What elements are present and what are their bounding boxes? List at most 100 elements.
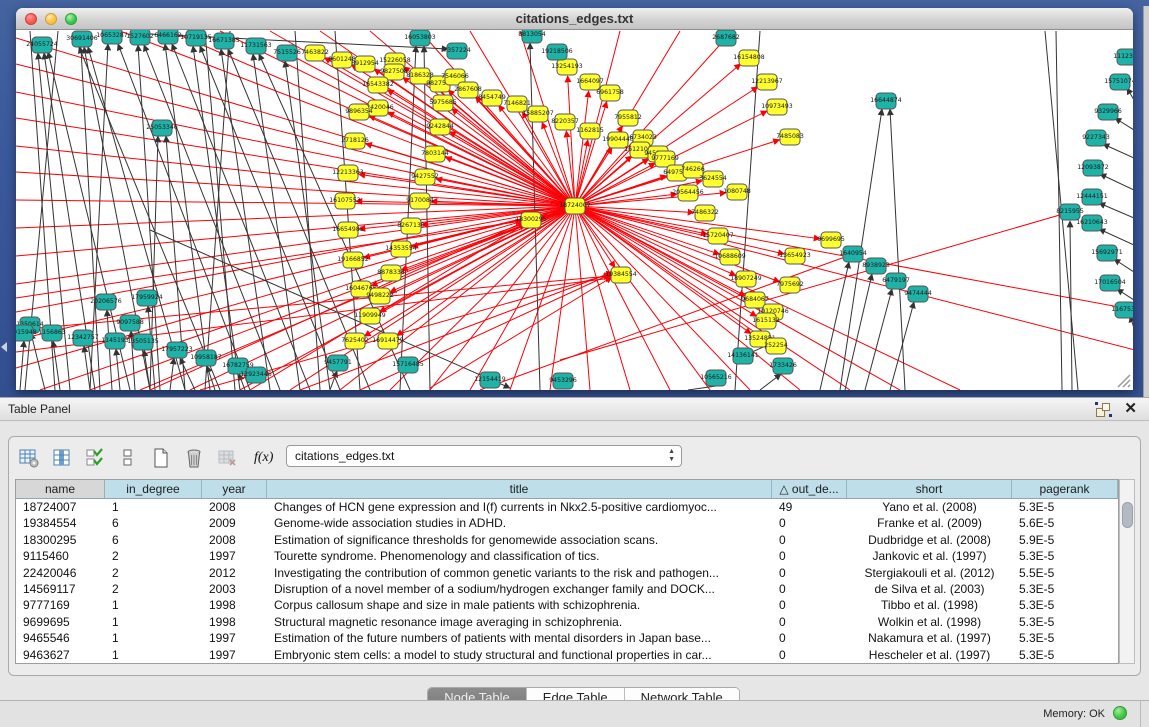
table-cell[interactable]: Embryonic stem cells: a model to study s… [267,647,772,663]
table-cell[interactable]: Estimation of the future numbers of pati… [267,630,772,646]
table-cell[interactable]: 0 [772,581,847,597]
table-cell[interactable]: 0 [772,614,847,630]
show-columns-icon[interactable] [50,446,74,470]
table-cell[interactable]: 5.3E-5 [1012,499,1118,515]
table-scrollbar[interactable] [1119,479,1135,664]
table-cell[interactable]: 2 [105,565,202,581]
table-cell[interactable]: Stergiakouli et al. (2012) [847,565,1012,581]
table-cell[interactable]: Yano et al. (2008) [847,499,1012,515]
column-header[interactable]: △ out_de... [772,480,847,499]
table-cell[interactable]: Disruption of a novel member of a sodium… [267,581,772,597]
node-table[interactable]: namein_degreeyeartitle△ out_de...shortpa… [15,479,1119,664]
table-cell[interactable]: 14569117 [16,581,105,597]
table-cell[interactable]: 1 [105,614,202,630]
table-cell[interactable]: 9465546 [16,630,105,646]
table-cell[interactable]: 5.9E-5 [1012,532,1118,548]
table-cell[interactable]: Structural magnetic resonance image aver… [267,614,772,630]
table-cell[interactable]: 0 [772,548,847,564]
table-scrollbar-thumb[interactable] [1122,502,1133,528]
panel-collapse-arrow-icon[interactable] [1,342,7,352]
function-builder-icon[interactable]: f(x) [254,450,273,466]
table-row[interactable]: 1872400712008Changes of HCN gene express… [16,499,1118,515]
table-cell[interactable]: 49 [772,499,847,515]
float-panel-icon[interactable] [1096,402,1111,417]
table-row[interactable]: 1830029562008Estimation of significance … [16,532,1118,548]
table-cell[interactable]: 2009 [202,515,267,531]
canvas-resize-grip[interactable] [1115,372,1131,388]
new-document-icon[interactable] [149,446,173,470]
table-cell[interactable]: 19384554 [16,515,105,531]
table-cell[interactable]: 6 [105,515,202,531]
table-cell[interactable]: 1997 [202,630,267,646]
table-cell[interactable]: 5.3E-5 [1012,548,1118,564]
table-cell[interactable]: Corpus callosum shape and size in male p… [267,597,772,613]
table-cell[interactable]: de Silva et al. (2003) [847,581,1012,597]
table-settings-icon[interactable] [17,446,41,470]
delete-table-icon[interactable] [215,446,239,470]
table-cell[interactable]: 2003 [202,581,267,597]
table-cell[interactable]: 5.6E-5 [1012,515,1118,531]
table-row[interactable]: 911546021997Tourette syndrome. Phenomeno… [16,548,1118,564]
table-cell[interactable]: Genome-wide association studies in ADHD. [267,515,772,531]
table-cell[interactable]: 1998 [202,597,267,613]
table-row[interactable]: 1938455462009Genome-wide association stu… [16,515,1118,531]
table-row[interactable]: 977716911998Corpus callosum shape and si… [16,597,1118,613]
table-cell[interactable]: 1997 [202,548,267,564]
delete-trash-icon[interactable] [182,446,206,470]
table-cell[interactable]: 0 [772,630,847,646]
table-cell[interactable]: 1 [105,647,202,663]
table-cell[interactable]: 5.3E-5 [1012,581,1118,597]
table-cell[interactable]: Jankovic et al. (1997) [847,548,1012,564]
table-cell[interactable]: 2 [105,581,202,597]
table-cell[interactable]: Dudbridge et al. (2008) [847,532,1012,548]
table-cell[interactable]: 5.3E-5 [1012,597,1118,613]
table-cell[interactable]: 1 [105,597,202,613]
table-cell[interactable]: 6 [105,532,202,548]
table-cell[interactable]: 0 [772,515,847,531]
table-cell[interactable]: 22420046 [16,565,105,581]
table-cell[interactable]: 2 [105,548,202,564]
table-select-dropdown[interactable]: citations_edges.txt ▲▼ [286,445,682,467]
table-cell[interactable]: 18300295 [16,532,105,548]
table-cell[interactable]: 1998 [202,614,267,630]
table-cell[interactable]: Tibbo et al. (1998) [847,597,1012,613]
table-cell[interactable]: 1 [105,499,202,515]
table-cell[interactable]: 2008 [202,532,267,548]
table-cell[interactable]: 1997 [202,647,267,663]
column-header[interactable]: in_degree [105,480,202,499]
table-rows[interactable]: 1872400712008Changes of HCN gene express… [16,499,1118,663]
close-panel-icon[interactable]: ✕ [1124,400,1137,418]
table-cell[interactable]: 9699695 [16,614,105,630]
table-cell[interactable]: Hescheler et al. (1997) [847,647,1012,663]
table-cell[interactable]: 18724007 [16,499,105,515]
table-cell[interactable]: 5.5E-5 [1012,565,1118,581]
network-window[interactable]: citations_edges.txt 18724007746382296012… [16,8,1133,390]
table-cell[interactable]: 2008 [202,499,267,515]
table-cell[interactable]: 1 [105,630,202,646]
column-header[interactable]: pagerank [1012,480,1118,499]
table-row[interactable]: 946554611997Estimation of the future num… [16,630,1118,646]
table-cell[interactable]: 2012 [202,565,267,581]
column-header[interactable]: title [267,480,772,499]
table-cell[interactable]: Franke et al. (2009) [847,515,1012,531]
network-canvas[interactable]: 1872400774638229601248891295415226058982… [16,30,1133,390]
table-cell[interactable]: Wolkin et al. (1998) [847,614,1012,630]
table-cell[interactable]: 0 [772,597,847,613]
table-row[interactable]: 1456911722003Disruption of a novel membe… [16,581,1118,597]
column-header[interactable]: name [16,480,105,499]
table-cell[interactable]: 9463627 [16,647,105,663]
table-cell[interactable]: Nakamura et al. (1997) [847,630,1012,646]
table-cell[interactable]: 0 [772,565,847,581]
table-cell[interactable]: Estimation of significance thresholds fo… [267,532,772,548]
table-cell[interactable]: Tourette syndrome. Phenomenology and cla… [267,548,772,564]
column-header[interactable]: short [847,480,1012,499]
table-row[interactable]: 946362711997Embryonic stem cells: a mode… [16,647,1118,663]
select-all-icon[interactable] [83,446,107,470]
table-cell[interactable]: 5.3E-5 [1012,647,1118,663]
table-cell[interactable]: Investigating the contribution of common… [267,565,772,581]
table-row[interactable]: 2242004622012Investigating the contribut… [16,565,1118,581]
table-row[interactable]: 969969511998Structural magnetic resonanc… [16,614,1118,630]
column-header[interactable]: year [202,480,267,499]
network-window-titlebar[interactable]: citations_edges.txt [16,8,1133,30]
table-cell[interactable]: Changes of HCN gene expression and I(f) … [267,499,772,515]
